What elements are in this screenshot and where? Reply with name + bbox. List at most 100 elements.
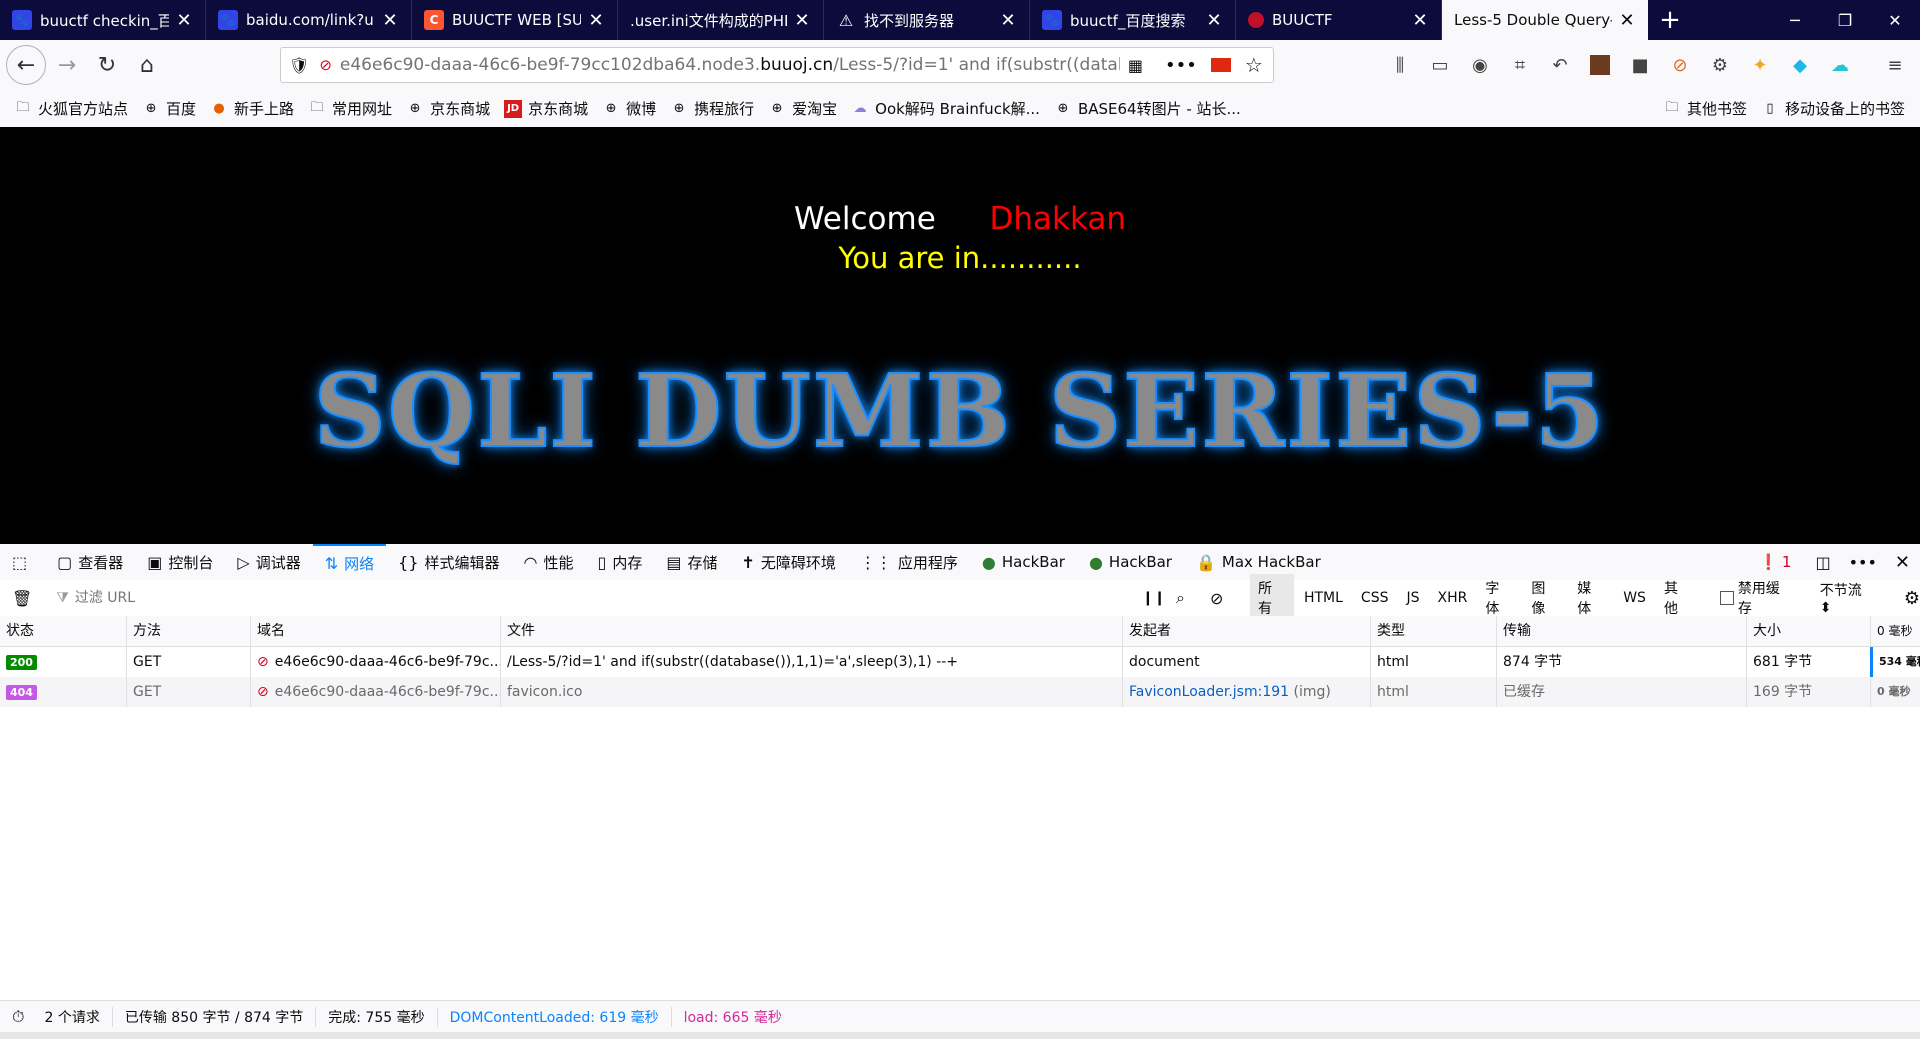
tab-5[interactable]: ⚠ 找不到服务器 ✕ [824, 0, 1030, 40]
close-icon[interactable]: ✕ [1205, 10, 1223, 31]
col-transferred[interactable]: 传输 [1496, 616, 1746, 646]
table-row[interactable]: 404 GET ⊘ e46e6c90-daaa-46c6-be9f-79c... … [0, 677, 1920, 707]
filter-fonts[interactable]: 字体 [1477, 574, 1521, 622]
library-icon[interactable]: ⫼ [1385, 50, 1415, 80]
disable-cache-checkbox[interactable] [1719, 591, 1734, 605]
extension-photo-icon[interactable] [1590, 55, 1610, 75]
col-domain[interactable]: 域名 [250, 616, 500, 646]
bookmark-item[interactable]: ☁ Ook解码 Brainfuck解... [851, 98, 1040, 119]
home-icon[interactable]: ⌂ [128, 46, 166, 84]
bookmark-item[interactable]: ⊕ 携程旅行 [670, 98, 754, 119]
search-icon[interactable]: ⌕ [1176, 588, 1185, 608]
filter-url-input[interactable] [72, 589, 1097, 607]
close-devtools-icon[interactable]: ✕ [1895, 552, 1910, 573]
undo-icon[interactable]: ↶ [1545, 50, 1575, 80]
tab-console[interactable]: ▣ 控制台 [135, 544, 225, 580]
tab-3[interactable]: C BUUCTF WEB [SUCTF ✕ [412, 0, 618, 40]
filter-media[interactable]: 媒体 [1569, 574, 1613, 622]
bookmark-item[interactable]: JD 京东商城 [504, 98, 588, 119]
close-icon[interactable]: ✕ [587, 10, 605, 31]
bookmark-star-icon[interactable]: ☆ [1245, 53, 1263, 77]
tab-network[interactable]: ⇅ 网络 [312, 544, 387, 580]
reload-icon[interactable]: ↻ [88, 46, 126, 84]
close-icon[interactable]: ✕ [1618, 10, 1636, 31]
tab-8-active[interactable]: Less-5 Double Query- ✕ [1442, 0, 1648, 40]
qr-code-icon[interactable]: ▦ [1128, 56, 1143, 75]
filter-html[interactable]: HTML [1296, 586, 1351, 610]
col-method[interactable]: 方法 [126, 616, 250, 646]
restore-icon[interactable]: ❐ [1820, 0, 1870, 40]
stopwatch-icon[interactable]: ⏱ [12, 1007, 24, 1027]
tab-debugger[interactable]: ▷ 调试器 [225, 544, 312, 580]
initiator-link[interactable]: FaviconLoader.jsm:191 [1129, 684, 1289, 700]
pause-icon[interactable]: ❙❙ [1142, 590, 1165, 606]
url-text[interactable]: e46e6c90-daaa-46c6-be9f-79cc102dba64.nod… [340, 55, 1120, 75]
tab-performance[interactable]: ◠ 性能 [512, 544, 586, 580]
bookmark-item[interactable]: 🗀 火狐官方站点 [14, 98, 128, 119]
more-options-icon[interactable]: ••• [1849, 553, 1877, 572]
tab-hackbar-2[interactable]: ● HackBar [1077, 544, 1184, 580]
error-count[interactable]: 1 [1782, 553, 1792, 571]
filter-other[interactable]: 其他 [1656, 574, 1700, 622]
tab-accessibility[interactable]: ✝ 无障碍环境 [729, 544, 847, 580]
shield-icon[interactable]: 🛡 [289, 56, 309, 75]
error-icon[interactable]: ❗ [1759, 553, 1778, 571]
bookmark-item[interactable]: ⊕ 爱淘宝 [768, 98, 837, 119]
tab-memory[interactable]: ▯ 内存 [586, 544, 655, 580]
col-type[interactable]: 类型 [1370, 616, 1496, 646]
bookmark-item[interactable]: 🗀 常用网址 [308, 98, 393, 119]
settings-gear-icon[interactable]: ⚙ [1904, 588, 1920, 609]
tab-application[interactable]: ⋮⋮ 应用程序 [848, 544, 970, 580]
bookmark-item[interactable]: ⊕ 京东商城 [406, 98, 490, 119]
sidebar-icon[interactable]: ▭ [1425, 50, 1455, 80]
close-icon[interactable]: ✕ [1411, 10, 1429, 31]
tab-7[interactable]: BUUCTF ✕ [1236, 0, 1442, 40]
mobile-bookmarks[interactable]: ▯ 移动设备上的书签 [1761, 98, 1905, 119]
filter-css[interactable]: CSS [1353, 586, 1397, 610]
col-file[interactable]: 文件 [500, 616, 1122, 646]
settings-gear-icon[interactable]: ⚙ [1705, 50, 1735, 80]
close-icon[interactable]: ✕ [793, 10, 811, 31]
extension-cloud-icon[interactable]: ☁ [1825, 50, 1855, 80]
tab-1[interactable]: 🐾 buuctf checkin_百度 ✕ [0, 0, 206, 40]
col-initiator[interactable]: 发起者 [1122, 616, 1370, 646]
bookmark-item[interactable]: ● 新手上路 [210, 98, 294, 119]
close-icon[interactable]: ✕ [381, 10, 399, 31]
bookmark-item[interactable]: ⊕ 微博 [602, 98, 656, 119]
disable-cache-label[interactable]: 禁用缓存 [1738, 578, 1794, 618]
trash-icon[interactable]: 🗑 [12, 589, 32, 608]
filter-ws[interactable]: WS [1615, 586, 1654, 610]
col-timeline[interactable]: 0 毫秒 [1870, 616, 1920, 646]
url-bar[interactable]: 🛡 ⊘ e46e6c90-daaa-46c6-be9f-79cc102dba64… [280, 47, 1274, 83]
element-picker-icon[interactable]: ⬚ [0, 544, 45, 580]
china-flag-icon[interactable] [1210, 58, 1231, 72]
col-status[interactable]: 状态 [0, 616, 124, 646]
filter-all[interactable]: 所有 [1250, 574, 1294, 622]
other-bookmarks[interactable]: 🗀 其他书签 [1663, 98, 1747, 119]
tab-4[interactable]: .user.ini文件构成的PHP ✕ [618, 0, 824, 40]
tab-hackbar[interactable]: ● HackBar [970, 544, 1077, 580]
bookmark-item[interactable]: ⊕ BASE64转图片 - 站长... [1054, 98, 1240, 119]
close-icon[interactable]: ✕ [999, 10, 1017, 31]
extension-block-icon[interactable]: ⊘ [1665, 50, 1695, 80]
tab-style-editor[interactable]: {} 样式编辑器 [386, 544, 511, 580]
forward-arrow-icon[interactable]: → [48, 46, 86, 84]
bookmark-item[interactable]: ⊕ 百度 [142, 98, 196, 119]
filter-js[interactable]: JS [1398, 586, 1427, 610]
crop-icon[interactable]: ⌗ [1505, 50, 1535, 80]
menu-icon[interactable]: ≡ [1880, 50, 1910, 80]
filter-images[interactable]: 图像 [1523, 574, 1567, 622]
filter-xhr[interactable]: XHR [1430, 586, 1476, 610]
insecure-lock-icon[interactable]: ⊘ [319, 56, 332, 74]
extension-dark-icon[interactable]: ■ [1625, 50, 1655, 80]
table-row[interactable]: 200 GET ⊘ e46e6c90-daaa-46c6-be9f-79c... … [0, 647, 1920, 677]
new-tab-button[interactable]: + [1648, 0, 1692, 40]
tab-2[interactable]: 🐾 baidu.com/link?url ✕ [206, 0, 412, 40]
tab-inspector[interactable]: ▢ 查看器 [45, 544, 135, 580]
minimize-icon[interactable]: ─ [1770, 0, 1820, 40]
tab-6[interactable]: 🐾 buuctf_百度搜索 ✕ [1030, 0, 1236, 40]
dock-icon[interactable]: ◫ [1815, 553, 1830, 572]
throttle-select[interactable]: 不节流 ⬍ [1820, 580, 1878, 616]
close-window-icon[interactable]: ✕ [1870, 0, 1920, 40]
page-actions-icon[interactable]: ••• [1165, 55, 1197, 76]
